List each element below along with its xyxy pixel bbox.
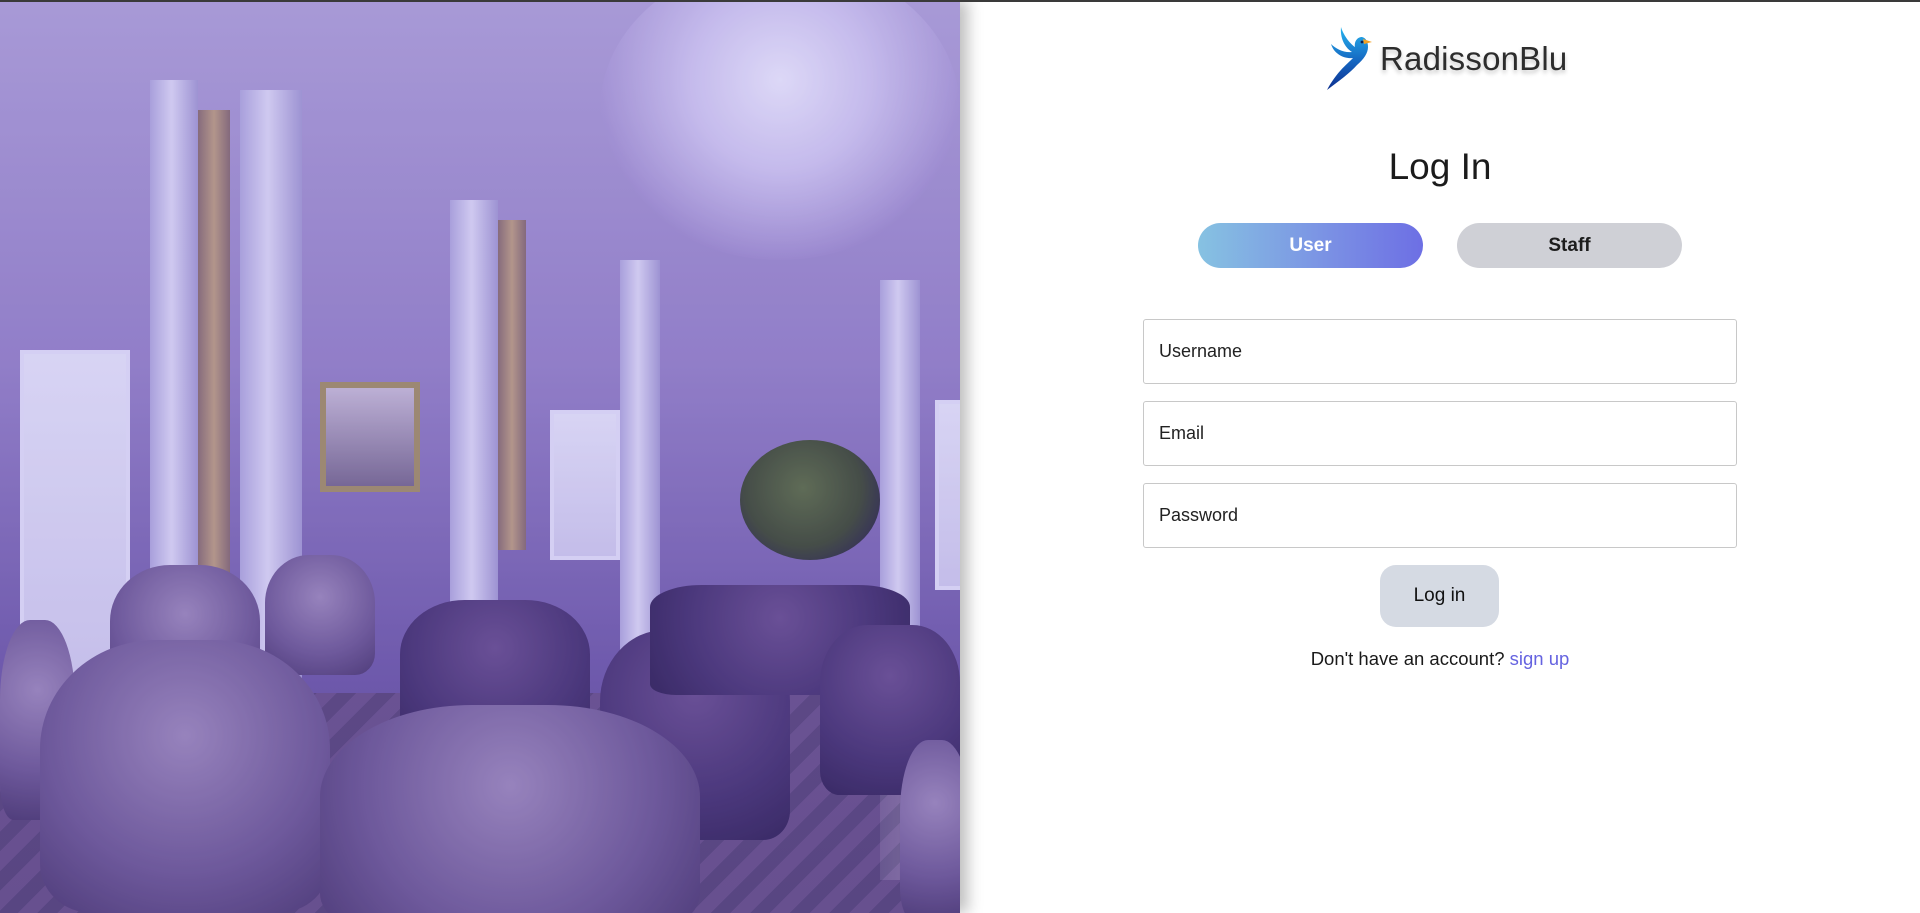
email-input[interactable] (1143, 401, 1737, 466)
page-title: Log In (1388, 146, 1492, 187)
role-toggle-user[interactable]: User (1198, 223, 1423, 268)
password-input[interactable] (1143, 483, 1737, 548)
brand-name: RadissonBlu (1380, 40, 1568, 77)
login-button[interactable]: Log in (1380, 565, 1499, 627)
username-input[interactable] (1143, 319, 1737, 384)
bird-logo-icon (1322, 25, 1374, 93)
top-border (0, 0, 1920, 2)
signup-prompt: Don't have an account? (1310, 648, 1505, 669)
brand: RadissonBlu (1322, 24, 1567, 94)
hero-image (0, 0, 960, 913)
signup-row: Don't have an account? sign up (1240, 648, 1640, 670)
signup-link[interactable]: sign up (1510, 648, 1570, 669)
hero-tint-overlay (0, 0, 960, 913)
role-toggle-staff[interactable]: Staff (1457, 223, 1682, 268)
